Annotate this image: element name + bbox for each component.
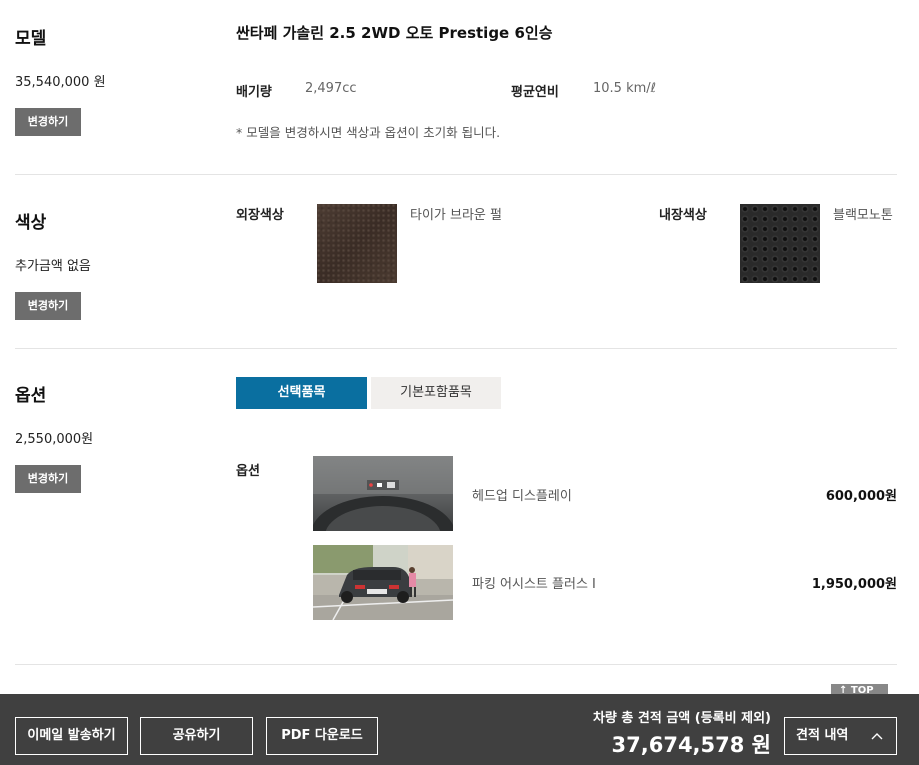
total-estimate-value: 37,674,578 원 (611, 733, 771, 757)
option-list-label: 옵션 (236, 464, 260, 479)
divider (15, 664, 897, 665)
total-estimate-label: 차량 총 견적 금액 (등록비 제외) (592, 711, 771, 726)
email-send-button[interactable]: 이메일 발송하기 (15, 717, 128, 755)
displacement-value: 2,497cc (305, 81, 357, 96)
displacement-label: 배기량 (236, 85, 272, 100)
color-extra-price: 추가금액 없음 (15, 259, 91, 274)
options-title: 옵션 (15, 386, 47, 406)
chevron-up-icon (870, 718, 884, 765)
estimate-details-button[interactable]: 견적 내역 (784, 717, 897, 755)
model-section: 모델 35,540,000 원 변경하기 싼타페 가솔린 2.5 2WD 오토 … (15, 0, 897, 174)
color-change-button[interactable]: 변경하기 (15, 292, 81, 320)
footer-bar: 이메일 발송하기 공유하기 PDF 다운로드 차량 총 견적 금액 (등록비 제… (0, 694, 919, 765)
interior-color-swatch (740, 204, 820, 283)
exterior-color-label: 외장색상 (236, 208, 284, 223)
option-item-price: 1,950,000원 (811, 577, 897, 592)
interior-color-name: 블랙모노톤 (833, 208, 893, 223)
color-section: 색상 추가금액 없음 변경하기 외장색상 타이가 브라운 펄 내장색상 블랙모노… (15, 175, 897, 348)
share-button[interactable]: 공유하기 (140, 717, 253, 755)
fuel-economy-label: 평균연비 (511, 85, 559, 100)
exterior-color-name: 타이가 브라운 펄 (410, 208, 502, 223)
fuel-economy-value: 10.5 km/ℓ (593, 81, 657, 96)
option-item-name: 헤드업 디스플레이 (472, 489, 572, 504)
estimate-details-label: 견적 내역 (796, 728, 849, 743)
model-name: 싼타페 가솔린 2.5 2WD 오토 Prestige 6인승 (236, 24, 553, 42)
tab-selected-options[interactable]: 선택품목 (236, 377, 367, 409)
option-item-price: 600,000원 (825, 489, 897, 504)
pdf-download-button[interactable]: PDF 다운로드 (266, 717, 378, 755)
model-change-button[interactable]: 변경하기 (15, 108, 81, 136)
interior-color-label: 내장색상 (659, 208, 707, 223)
divider (15, 348, 897, 349)
model-price: 35,540,000 원 (15, 75, 106, 90)
model-change-note: * 모델을 변경하시면 색상과 옵션이 초기화 됩니다. (236, 125, 501, 140)
head-up-display-image (313, 456, 453, 531)
parking-assist-image (313, 545, 453, 620)
color-title: 색상 (15, 213, 47, 233)
exterior-color-swatch (317, 204, 397, 283)
model-title: 모델 (15, 29, 47, 49)
options-price: 2,550,000원 (15, 432, 94, 447)
option-item-name: 파킹 어시스트 플러스 Ⅰ (472, 577, 596, 592)
tab-included-options[interactable]: 기본포함품목 (371, 377, 501, 409)
options-change-button[interactable]: 변경하기 (15, 465, 81, 493)
